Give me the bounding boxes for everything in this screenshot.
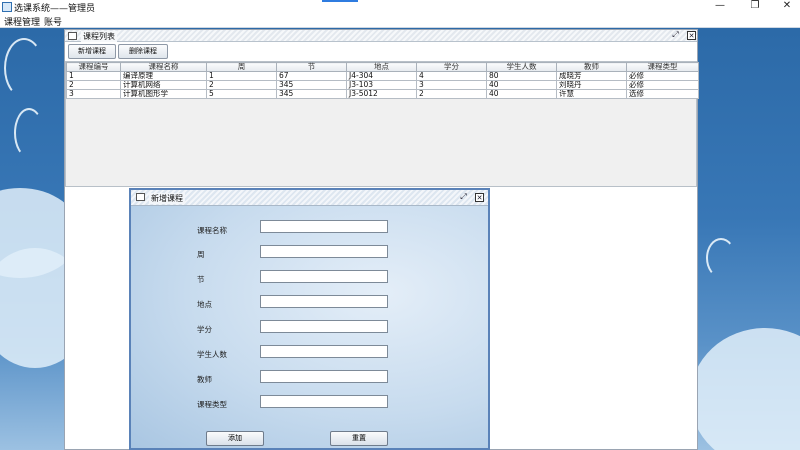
table-cell: J4-304 (346, 71, 417, 81)
table-row[interactable]: 2 计算机网络 2 345 J3-103 3 40 刘晓丹 必修 (66, 80, 699, 90)
week-input[interactable] (260, 245, 388, 258)
table-cell: 67 (276, 71, 347, 81)
swirl-decoration (4, 38, 44, 98)
app-icon (2, 2, 12, 12)
add-course-button[interactable]: 新增课程 (68, 44, 116, 59)
add-course-dialog-titlebar[interactable]: 新增课程 ⤢ ✕ (131, 190, 488, 206)
menu-course-management[interactable]: 课程管理 (4, 15, 40, 28)
table-cell: 编译原理 (120, 71, 207, 81)
course-table: 课程编号 课程名称 周 节 地点 学分 学生人数 教师 课程类型 1 编译原理 … (66, 62, 699, 99)
table-header-row: 课程编号 课程名称 周 节 地点 学分 学生人数 教师 课程类型 (66, 62, 699, 72)
column-header-course-type[interactable]: 课程类型 (626, 62, 699, 72)
cloud-decoration (690, 328, 800, 450)
student-count-input[interactable] (260, 345, 388, 358)
table-cell: 许慧 (556, 89, 627, 99)
course-type-label: 课程类型 (197, 400, 227, 409)
column-header-teacher[interactable]: 教师 (556, 62, 627, 72)
add-course-dialog: 新增课程 ⤢ ✕ 课程名称 周 节 地点 学分 学生人数 教师 课程类型 添加 … (129, 188, 490, 450)
student-count-label: 学生人数 (197, 350, 227, 359)
column-header-period[interactable]: 节 (276, 62, 347, 72)
location-label: 地点 (197, 300, 212, 309)
table-cell: 2 (206, 80, 277, 90)
table-cell: 计算机图形学 (120, 89, 207, 99)
location-input[interactable] (260, 295, 388, 308)
column-header-location[interactable]: 地点 (346, 62, 417, 72)
table-row[interactable]: 1 编译原理 1 67 J4-304 4 80 成晓芳 必修 (66, 71, 699, 81)
table-cell: 5 (206, 89, 277, 99)
frame-window-icon (68, 32, 77, 40)
teacher-input[interactable] (260, 370, 388, 383)
course-table-viewport[interactable]: 课程编号 课程名称 周 节 地点 学分 学生人数 教师 课程类型 1 编译原理 … (65, 61, 699, 187)
close-icon[interactable]: ✕ (776, 0, 798, 14)
table-cell: 必修 (626, 80, 699, 90)
dialog-close-icon[interactable]: ✕ (475, 193, 484, 202)
course-list-frame-titlebar: 课程列表 ⤢ ✕ (65, 30, 697, 42)
dialog-restore-icon[interactable]: ⤢ (459, 193, 468, 202)
table-cell: 40 (486, 89, 557, 99)
column-header-credits[interactable]: 学分 (416, 62, 487, 72)
table-cell: 1 (66, 71, 121, 81)
table-cell: 80 (486, 71, 557, 81)
table-cell: 刘晓丹 (556, 80, 627, 90)
menu-bar: 课程管理 账号 (0, 14, 800, 28)
table-cell: 必修 (626, 71, 699, 81)
delete-course-button[interactable]: 删除课程 (118, 44, 168, 59)
column-header-course-id[interactable]: 课程编号 (66, 62, 121, 72)
add-course-dialog-title: 新增课程 (149, 193, 185, 204)
table-cell: 3 (416, 80, 487, 90)
table-row[interactable]: 3 计算机图形学 5 345 J3-5012 2 40 许慧 选修 (66, 89, 699, 99)
credits-label: 学分 (197, 325, 212, 334)
credits-input[interactable] (260, 320, 388, 333)
dialog-window-icon (136, 193, 145, 201)
table-cell: 计算机网络 (120, 80, 207, 90)
table-cell: 1 (206, 71, 277, 81)
table-cell: 2 (416, 89, 487, 99)
table-cell: 345 (276, 80, 347, 90)
swirl-decoration (14, 108, 44, 158)
window-titlebar: 选课系统——管理员 — ❐ ✕ (0, 0, 800, 14)
course-name-input[interactable] (260, 220, 388, 233)
frame-restore-icon[interactable]: ⤢ (671, 31, 680, 40)
column-header-student-count[interactable]: 学生人数 (486, 62, 557, 72)
teacher-label: 教师 (197, 375, 212, 384)
column-header-week[interactable]: 周 (206, 62, 277, 72)
table-cell: J3-5012 (346, 89, 417, 99)
course-name-label: 课程名称 (197, 226, 227, 235)
column-header-course-name[interactable]: 课程名称 (120, 62, 207, 72)
table-cell: 2 (66, 80, 121, 90)
course-type-input[interactable] (260, 395, 388, 408)
minimize-icon[interactable]: — (709, 0, 731, 14)
restore-icon[interactable]: ❐ (744, 0, 766, 14)
period-label: 节 (197, 275, 205, 284)
add-button[interactable]: 添加 (206, 431, 264, 446)
reset-button[interactable]: 重置 (330, 431, 388, 446)
table-cell: 3 (66, 89, 121, 99)
accent-indicator (322, 0, 358, 2)
course-list-frame-title: 课程列表 (81, 31, 117, 42)
table-cell: 345 (276, 89, 347, 99)
table-cell: 4 (416, 71, 487, 81)
table-cell: 选修 (626, 89, 699, 99)
swirl-decoration (706, 238, 736, 278)
table-cell: 40 (486, 80, 557, 90)
table-cell: J3-103 (346, 80, 417, 90)
frame-close-icon[interactable]: ✕ (687, 31, 696, 40)
period-input[interactable] (260, 270, 388, 283)
week-label: 周 (197, 250, 205, 259)
menu-account[interactable]: 账号 (44, 15, 62, 28)
table-cell: 成晓芳 (556, 71, 627, 81)
window-title: 选课系统——管理员 (14, 4, 96, 14)
